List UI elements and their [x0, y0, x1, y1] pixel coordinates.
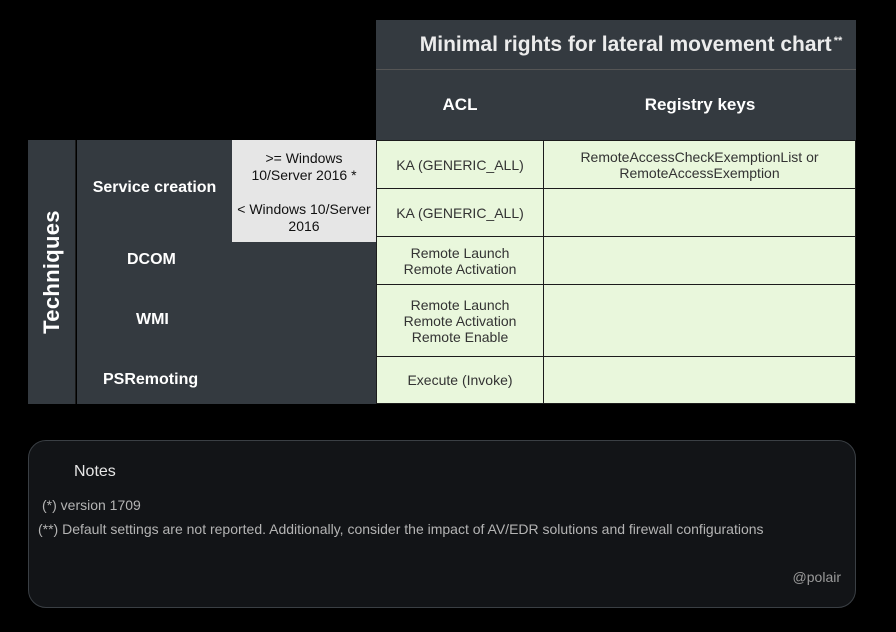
cell-text: KA (GENERIC_ALL) [396, 156, 524, 173]
notes-panel: Notes (*) version 1709 (**) Default sett… [28, 440, 856, 608]
version-old: < Windows 10/Server 2016 [232, 194, 376, 242]
cell-service-new-acl: KA (GENERIC_ALL) [376, 140, 544, 189]
cell-text: RemoteAccessCheckExemptionList or Remote… [580, 148, 819, 181]
techniques-axis: Techniques [28, 140, 76, 404]
cell-wmi-acl: Remote Launch Remote Activation Remote E… [376, 284, 544, 357]
technique-service-creation-label: Service creation [92, 179, 217, 196]
cell-wmi-registry [543, 284, 856, 357]
cell-text: Remote Launch [410, 296, 510, 313]
technique-service-creation: Service creation [77, 140, 232, 236]
note-version: (*) version 1709 [42, 497, 141, 513]
cell-text: Remote Activation [403, 260, 517, 277]
title-footnote-mark: ** [833, 34, 843, 47]
version-new: >= Windows 10/Server 2016 * [232, 140, 376, 194]
cell-text: Remote Enable [411, 328, 509, 345]
cell-service-new-registry: RemoteAccessCheckExemptionList or Remote… [543, 140, 856, 189]
technique-psremoting-label: PSRemoting [103, 371, 199, 388]
version-old-label: < Windows 10/Server 2016 [237, 201, 371, 234]
column-header-registry-label: Registry keys [644, 95, 756, 114]
techniques-axis-label: Techniques [38, 210, 64, 334]
technique-wmi: WMI [77, 284, 376, 356]
technique-psremoting: PSRemoting [77, 356, 376, 404]
cell-psremoting-registry [543, 356, 856, 404]
cell-text: Remote Activation [403, 312, 517, 329]
cell-psremoting-acl: Execute (Invoke) [376, 356, 544, 404]
author-credit: @polair [792, 569, 841, 585]
cell-dcom-acl: Remote Launch Remote Activation [376, 236, 544, 285]
chart-title-text: Minimal rights for lateral movement char… [419, 32, 832, 56]
cell-service-old-registry [543, 188, 856, 237]
note-defaults: (**) Default settings are not reported. … [38, 521, 764, 537]
cell-text: KA (GENERIC_ALL) [396, 204, 524, 221]
technique-dcom: DCOM [77, 236, 376, 284]
version-new-label: >= Windows 10/Server 2016 * [251, 150, 357, 183]
cell-dcom-registry [543, 236, 856, 285]
column-header-acl-label: ACL [442, 95, 478, 114]
cell-text: Remote Launch [410, 244, 510, 261]
notes-title: Notes [74, 463, 116, 480]
cell-service-old-acl: KA (GENERIC_ALL) [376, 188, 544, 237]
column-header-acl: ACL [376, 69, 544, 140]
technique-dcom-label: DCOM [127, 251, 176, 268]
technique-wmi-label: WMI [136, 311, 169, 328]
cell-text: Execute (Invoke) [407, 372, 513, 388]
column-header-registry: Registry keys [544, 69, 856, 140]
chart-title: Minimal rights for lateral movement char… [376, 20, 856, 69]
